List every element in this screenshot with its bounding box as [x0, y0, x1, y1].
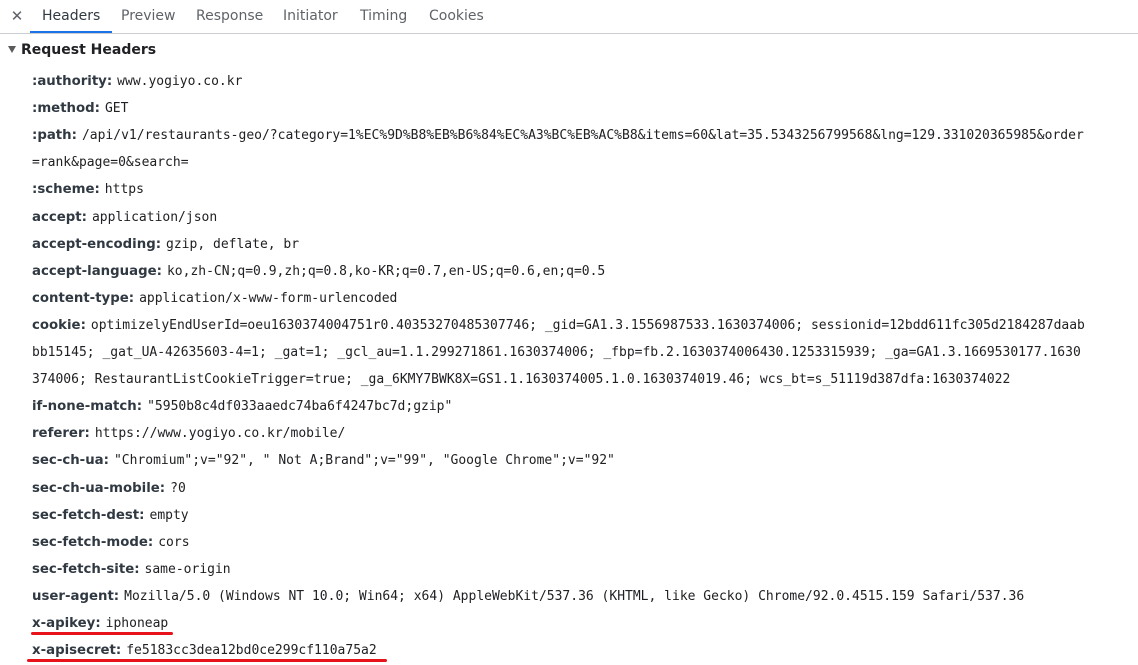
header-row: content-type: application/x-www-form-urle… [32, 289, 397, 308]
header-value: empty [149, 507, 189, 523]
header-row: referer: https://www.yogiyo.co.kr/mobile/ [32, 424, 345, 443]
header-value: www.yogiyo.co.kr [117, 74, 243, 89]
annotation-underline-apisecret [27, 659, 387, 662]
header-row: :method: GET [32, 99, 128, 118]
header-name: sec-fetch-dest: [32, 507, 145, 523]
header-value: "5950b8c4df033aaedc74ba6f4247bc7d;gzip" [147, 399, 453, 415]
header-value: ko,zh-CN;q=0.9,zh;q=0.8,ko-KR;q=0.7,en-U… [166, 263, 606, 279]
header-row: cookie: optimizelyEndUserId=oeu1630374004… [32, 316, 1085, 335]
header-value: ?0 [170, 480, 186, 496]
header-value: cors [158, 534, 190, 550]
tab-initiator[interactable]: Initiator [283, 0, 338, 33]
header-row: accept: application/json [32, 208, 217, 227]
header-row: if-none-match: "5950b8c4df033aaedc74ba6f4… [32, 397, 452, 416]
header-value-continuation: bb15145; _gat_UA-42635603-4=1; _gat=1; _… [32, 345, 1081, 360]
header-row: user-agent: Mozilla/5.0 (Windows NT 10.0;… [32, 587, 1024, 606]
request-headers-section-toggle[interactable]: Request Headers [8, 42, 156, 62]
header-row: x-apikey: iphoneap [32, 614, 168, 633]
header-name: sec-fetch-mode: [32, 534, 154, 550]
header-name: sec-ch-ua-mobile: [32, 480, 166, 496]
header-name: if-none-match: [32, 399, 143, 415]
tab-cookies[interactable]: Cookies [429, 0, 484, 33]
header-name: sec-fetch-site: [32, 561, 140, 577]
header-row: accept-language: ko,zh-CN;q=0.9,zh;q=0.8,… [32, 262, 605, 281]
tab-response[interactable]: Response [196, 0, 263, 33]
header-name: x-apikey: [32, 616, 101, 631]
header-name: :scheme: [32, 182, 100, 198]
header-value-continuation: 374006; RestaurantListCookieTrigger=true… [32, 372, 1011, 388]
annotation-underline-apikey [31, 632, 173, 635]
header-row: sec-fetch-dest: empty [32, 506, 189, 525]
header-value: GET [104, 101, 129, 117]
header-value: same-origin [144, 561, 231, 577]
tab-headers[interactable]: Headers [30, 0, 113, 33]
header-row: :path:/api/v1/restaurants-geo/?category=… [32, 126, 1084, 145]
header-name: content-type: [32, 290, 135, 306]
header-value: application/x-www-form-urlencoded [139, 290, 398, 306]
header-row: accept-encoding: gzip, deflate, br [32, 235, 299, 254]
header-value-continuation: =rank&page=0&search= [32, 155, 189, 171]
header-row: sec-ch-ua-mobile: ?0 [32, 479, 186, 498]
collapse-triangle-icon [8, 46, 16, 53]
header-name: accept: [32, 209, 87, 225]
header-name: accept-encoding: [32, 236, 162, 252]
header-name: user-agent: [32, 588, 120, 604]
header-value: iphoneap [105, 616, 169, 631]
header-row: :scheme: https [32, 180, 144, 199]
header-name: :authority: [32, 74, 113, 89]
header-row: sec-fetch-mode: cors [32, 533, 190, 552]
header-value: optimizelyEndUserId=oeu1630374004751r0.4… [90, 317, 1085, 333]
header-value: https [104, 182, 144, 198]
header-value: Mozilla/5.0 (Windows NT 10.0; Win64; x64… [124, 588, 1025, 604]
tab-timing[interactable]: Timing [360, 0, 407, 33]
header-name: accept-language: [32, 263, 162, 279]
header-name: x-apisecret: [32, 643, 122, 659]
section-title: Request Headers [21, 42, 157, 58]
header-name: :method: [32, 101, 100, 117]
header-row: sec-ch-ua: "Chromium";v="92", " Not A;Bra… [32, 451, 615, 470]
header-value: "Chromium";v="92", " Not A;Brand";v="99"… [113, 453, 615, 469]
header-value: gzip, deflate, br [166, 236, 300, 252]
header-value: https://www.yogiyo.co.kr/mobile/ [94, 426, 346, 442]
header-row: x-apisecret: fe5183cc3dea12bd0ce299cf110a… [32, 641, 377, 660]
header-name: cookie: [32, 317, 86, 333]
tab-preview[interactable]: Preview [121, 0, 176, 33]
header-value: application/json [91, 209, 218, 225]
header-value: /api/v1/restaurants-geo/?category=1%EC%9… [81, 128, 1084, 144]
header-name: sec-ch-ua: [32, 453, 109, 469]
close-icon[interactable]: ✕ [8, 6, 26, 26]
header-row: sec-fetch-site: same-origin [32, 560, 231, 579]
devtools-tab-bar: ✕ Headers Preview Response Initiator Tim… [0, 0, 1138, 34]
header-row: :authority: www.yogiyo.co.kr [32, 72, 242, 91]
header-value: fe5183cc3dea12bd0ce299cf110a75a2 [126, 643, 377, 659]
header-name: :path: [32, 128, 77, 144]
header-name: referer: [32, 426, 90, 442]
